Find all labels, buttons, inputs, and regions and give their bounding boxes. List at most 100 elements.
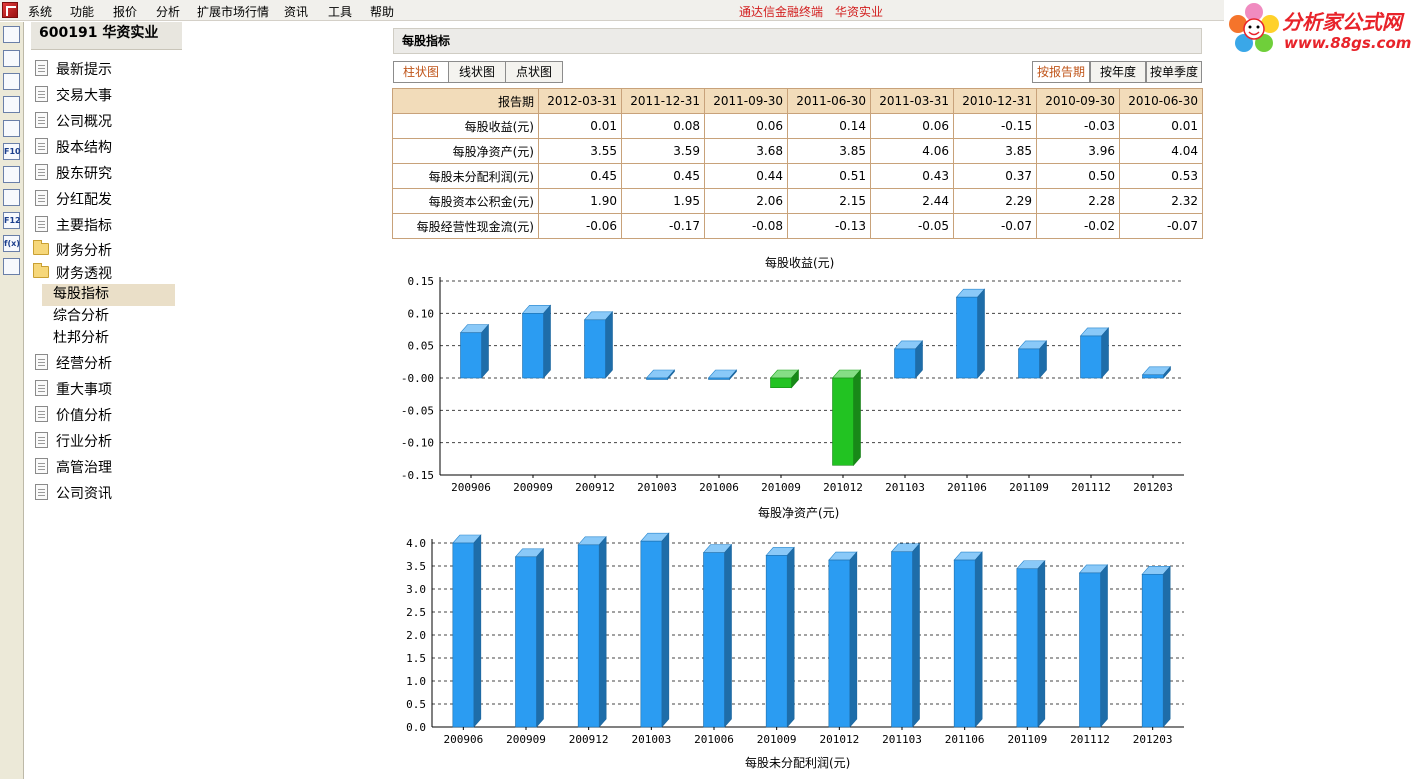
sub-item-dupont-analysis[interactable]: 杜邦分析 [42, 328, 175, 350]
stock-title: 华资实业 [835, 5, 884, 19]
bar [828, 559, 851, 728]
news-icon[interactable] [3, 120, 20, 137]
tab-line-chart[interactable]: 线状图 [448, 61, 506, 83]
bar [584, 319, 606, 379]
bar [646, 377, 668, 380]
tab-by-year[interactable]: 按年度 [1090, 61, 1146, 83]
table-header-label: 报告期 [392, 88, 539, 114]
bar-top-face [645, 369, 676, 379]
menu-function[interactable]: 功能 [70, 3, 94, 20]
document-icon [35, 354, 48, 370]
table-cell: 2.28 [1036, 188, 1120, 214]
tab-bar-chart[interactable]: 柱状图 [393, 61, 449, 83]
x-tick-label: 201012 [823, 481, 863, 494]
bar-side-face [1162, 565, 1171, 728]
tab-dot-chart[interactable]: 点状图 [505, 61, 563, 83]
app-logo-icon[interactable] [2, 2, 18, 18]
table-row: 每股未分配利润(元) 0.45 0.45 0.44 0.51 0.43 0.37… [392, 163, 1203, 189]
y-tick-label: 3.0 [406, 583, 426, 596]
x-tick-label: 201003 [631, 733, 671, 746]
folder-open-icon [33, 263, 49, 278]
x-tick-label: 201203 [1133, 733, 1173, 746]
section-title: 每股指标 [393, 28, 1202, 54]
table-cell: 2.32 [1119, 188, 1203, 214]
tab-by-quarter[interactable]: 按单季度 [1146, 61, 1202, 83]
menu-help[interactable]: 帮助 [370, 3, 394, 20]
f10-icon[interactable]: F10 [3, 143, 21, 160]
table-cell: -0.08 [704, 213, 788, 239]
bar [1080, 335, 1102, 379]
row-label: 每股净资产(元) [392, 138, 539, 164]
document-icon [35, 60, 48, 76]
table-cell: 2.44 [870, 188, 954, 214]
f12-icon[interactable]: F12 [3, 212, 21, 229]
x-tick-label: 201109 [1007, 733, 1047, 746]
y-tick-label: 1.5 [406, 652, 426, 665]
y-tick-label: 0.05 [408, 340, 435, 353]
x-tick-label: 201106 [945, 733, 985, 746]
table-header-period: 2012-03-31 [538, 88, 622, 114]
x-tick-label: 201109 [1009, 481, 1049, 494]
notice-icon[interactable] [3, 189, 20, 206]
sidebar: 600191 华资实业 最新提示 交易大事 公司概况 股本结构 股东研究 分红配… [25, 22, 190, 779]
table-header-period: 2010-06-30 [1119, 88, 1203, 114]
menu-tools[interactable]: 工具 [328, 3, 352, 20]
menu-quote[interactable]: 报价 [113, 3, 137, 20]
bar [1141, 573, 1164, 728]
table-header-period: 2011-09-30 [704, 88, 788, 114]
list-icon[interactable] [3, 50, 20, 67]
bar [891, 551, 913, 728]
bar-side-face [481, 323, 489, 379]
bar-side-face [661, 532, 670, 728]
bar [1018, 348, 1040, 379]
table-cell: 0.50 [1036, 163, 1120, 189]
info-icon[interactable] [3, 26, 20, 43]
bar [894, 348, 916, 379]
bar [515, 556, 537, 728]
table-cell: 0.51 [787, 163, 871, 189]
table-header-period: 2011-03-31 [870, 88, 954, 114]
x-tick-label: 201106 [947, 481, 987, 494]
menu-analysis[interactable]: 分析 [156, 3, 180, 20]
x-tick-label: 200909 [513, 481, 553, 494]
table-header-period: 2011-06-30 [787, 88, 871, 114]
x-tick-label: 201006 [699, 481, 739, 494]
terminal-title: 通达信金融终端 [739, 5, 824, 19]
bar [522, 313, 544, 379]
search-icon[interactable] [3, 258, 20, 275]
x-tick-label: 201003 [637, 481, 677, 494]
y-tick-label: 4.0 [406, 537, 426, 550]
table-cell: 0.44 [704, 163, 788, 189]
table-row: 每股净资产(元) 3.55 3.59 3.68 3.85 4.06 3.85 3… [392, 138, 1203, 164]
row-label: 每股资本公积金(元) [392, 188, 539, 214]
bar-side-face [543, 304, 551, 379]
kline-icon[interactable] [3, 96, 20, 113]
table-cell: 0.01 [538, 113, 622, 139]
table-cell: 2.06 [704, 188, 788, 214]
sub-item-per-share-indicators[interactable]: 每股指标 [42, 284, 175, 306]
menu-extended-market[interactable]: 扩展市场行情 [197, 3, 269, 20]
row-label: 每股未分配利润(元) [392, 163, 539, 189]
table-header-period: 2011-12-31 [621, 88, 705, 114]
menu-system[interactable]: 系统 [28, 3, 52, 20]
x-tick-label: 201103 [882, 733, 922, 746]
bar [770, 377, 792, 388]
bar [956, 296, 978, 379]
table-cell: -0.17 [621, 213, 705, 239]
table-cell: 4.06 [870, 138, 954, 164]
tab-by-report-period[interactable]: 按报告期 [1032, 61, 1090, 83]
bar-side-face [1100, 564, 1108, 728]
table-cell: 2.29 [953, 188, 1037, 214]
table-header-period: 2010-12-31 [953, 88, 1037, 114]
x-tick-label: 201006 [694, 733, 734, 746]
table-header-row: 报告期 2012-03-31 2011-12-31 2011-09-30 201… [392, 88, 1203, 114]
table-cell: -0.15 [953, 113, 1037, 139]
menu-news[interactable]: 资讯 [284, 3, 308, 20]
sub-item-comprehensive-analysis[interactable]: 综合分析 [42, 306, 175, 328]
formula-icon[interactable]: f(x) [3, 235, 20, 252]
line-chart-icon[interactable] [3, 73, 20, 90]
table-cell: 3.85 [953, 138, 1037, 164]
bar-top-face [707, 369, 738, 379]
report-icon[interactable] [3, 166, 20, 183]
table-header-period: 2010-09-30 [1036, 88, 1120, 114]
